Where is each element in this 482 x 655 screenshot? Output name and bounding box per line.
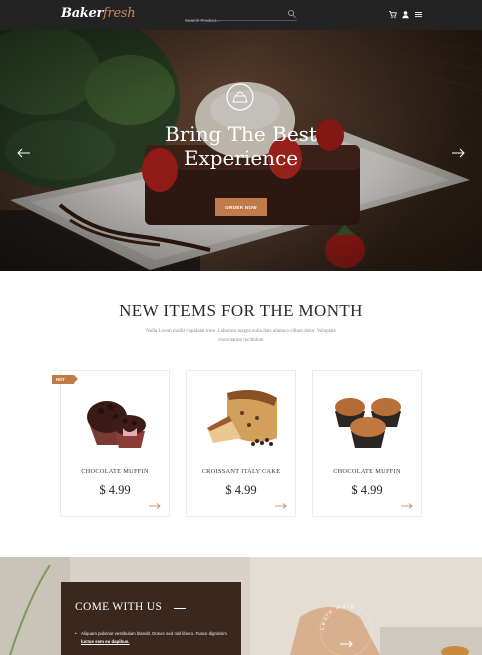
- section-subtitle: Nulla Lorem mollit cupidatat irure. Labo…: [146, 329, 336, 343]
- logo-text: Baker: [61, 6, 104, 21]
- product-price: $ 4.99: [351, 483, 383, 497]
- come-with-us-link[interactable]: luctus sem eu dapibus.: [81, 639, 130, 644]
- learn-more-circle-button[interactable]: Learn more: [318, 602, 374, 655]
- arrow-right-icon[interactable]: [451, 148, 465, 158]
- come-with-us-text: Aliquam pulvinar vestibulum blandit. Don…: [74, 630, 234, 646]
- product-name: CROISSANT ITALY CAKE: [201, 468, 281, 475]
- title-dash: [174, 608, 186, 609]
- cart-icon[interactable]: [388, 10, 397, 19]
- product-price: $ 4.99: [225, 483, 257, 497]
- product-image: [87, 401, 146, 448]
- search-icon[interactable]: [287, 9, 297, 19]
- search-input[interactable]: [185, 15, 285, 26]
- come-with-us-body: Aliquam pulvinar vestibulum blandit. Don…: [81, 631, 227, 636]
- menu-icon[interactable]: [414, 10, 423, 19]
- arrow-right-icon[interactable]: [401, 503, 413, 509]
- arrow-right-icon[interactable]: [149, 503, 161, 509]
- hero-title: Bring The Best Experience: [0, 122, 482, 170]
- svg-text:Learn more: Learn more: [320, 604, 356, 630]
- product-name: CHOCOLATE MUFFIN: [333, 468, 401, 475]
- come-with-us-banner: COME WITH US Aliquam pulvinar vestibulum…: [0, 557, 482, 655]
- hot-badge: HOT: [52, 375, 78, 384]
- top-navigation-bar: Bakerfresh: [0, 0, 482, 30]
- product-price: $ 4.99: [99, 483, 131, 497]
- product-card[interactable]: CROISSANT ITALY CAKE $ 4.99: [186, 370, 296, 517]
- section-title: NEW ITEMS FOR THE MONTH: [119, 301, 363, 320]
- logo-text-accent: fresh: [103, 6, 136, 21]
- product-card[interactable]: CHOCOLATE MUFFIN $ 4.99: [312, 370, 422, 517]
- product-name: CHOCOLATE MUFFIN: [81, 468, 149, 475]
- come-with-us-title: COME WITH US: [75, 601, 163, 613]
- arrow-left-icon[interactable]: [17, 148, 31, 158]
- product-card[interactable]: CHOCOLATE MUFFIN $ 4.99: [60, 370, 170, 517]
- product-image: [335, 398, 401, 448]
- logo[interactable]: Bakerfresh: [61, 6, 136, 21]
- hero-title-line-1: Bring The Best: [165, 122, 317, 146]
- come-with-us-box: COME WITH US Aliquam pulvinar vestibulum…: [61, 582, 241, 655]
- search-box: [185, 9, 297, 26]
- hero-banner: Bring The Best Experience: [0, 30, 482, 271]
- learn-more-label: Learn more: [320, 604, 354, 630]
- product-image: [207, 389, 277, 446]
- hero-title-line-2: Experience: [183, 146, 299, 170]
- arrow-right-icon[interactable]: [275, 503, 287, 509]
- user-icon[interactable]: [401, 10, 410, 19]
- order-now-button[interactable]: ORDER NOW: [215, 198, 267, 216]
